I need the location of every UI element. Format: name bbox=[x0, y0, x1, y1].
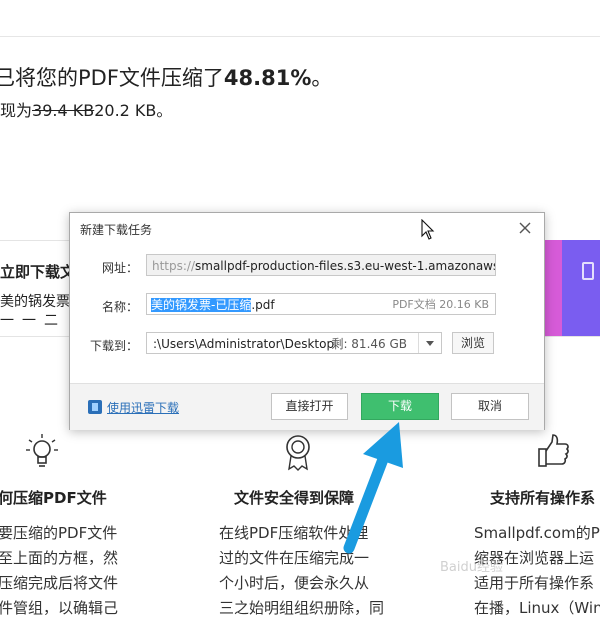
close-icon-glyph bbox=[519, 222, 531, 234]
action-band-purple[interactable] bbox=[562, 240, 600, 336]
action-band-pink[interactable] bbox=[543, 240, 562, 336]
feature-title-os: 支持所有操作系 bbox=[490, 489, 596, 507]
cancel-button[interactable]: 取消 bbox=[451, 393, 529, 420]
url-field[interactable]: https://smallpdf-production-files.s3.eu-… bbox=[146, 254, 496, 276]
free-space: 剩: 81.46 GB bbox=[331, 337, 407, 351]
dialog-footer: 使用迅雷下载 直接打开 下载 取消 bbox=[70, 383, 544, 430]
filename-input[interactable]: 美的锅发票-已压缩.pdf PDF文档 20.16 KB bbox=[146, 293, 496, 315]
file-icon bbox=[582, 262, 594, 280]
save-path-label: 下载到： bbox=[89, 339, 138, 353]
download-panel-filename-extra: 一一二 bbox=[0, 313, 66, 329]
compression-size-info: 现为39.4 KB20.2 KB。 bbox=[0, 101, 173, 120]
url-label: 网址： bbox=[101, 261, 138, 275]
security-badge-icon bbox=[286, 435, 310, 471]
feature-title-how-to: 何压缩PDF文件 bbox=[0, 489, 107, 507]
thumbs-up-icon bbox=[538, 434, 569, 467]
download-button[interactable]: 下载 bbox=[361, 393, 439, 420]
feature-text-how-to: 要压缩的PDF文件 至上面的方框，然 压缩完成后将文件 件管组，以确辑己 bbox=[0, 524, 119, 617]
save-path-select[interactable]: :\Users\Administrator\Desktop 剩: 81.46 G… bbox=[146, 332, 442, 354]
open-directly-button[interactable]: 直接打开 bbox=[271, 393, 348, 420]
download-panel-filename: 美的锅发票 bbox=[0, 294, 70, 310]
use-thunder-link[interactable]: 使用迅雷下载 bbox=[107, 399, 179, 416]
watermark: Baidu经验 bbox=[440, 560, 503, 575]
top-divider bbox=[0, 36, 600, 37]
file-type-size: PDF文档 20.16 KB bbox=[392, 298, 489, 311]
new-download-dialog: 新建下载任务 网址： https://smallpdf-production-f… bbox=[69, 212, 545, 430]
lightbulb-icon bbox=[26, 434, 58, 467]
annotation-arrow-icon bbox=[343, 422, 403, 554]
filename-selected-text: 美的锅发票-已压缩 bbox=[151, 298, 252, 312]
name-label: 名称： bbox=[101, 300, 138, 314]
chevron-down-icon[interactable] bbox=[418, 333, 441, 353]
browse-button[interactable]: 浏览 bbox=[452, 332, 494, 354]
compression-result-heading: 已将您的PDF文件压缩了48.81%。 bbox=[0, 66, 333, 90]
thunder-icon bbox=[88, 400, 102, 414]
download-panel-title[interactable]: 立即下载文 bbox=[0, 261, 75, 282]
mouse-cursor-icon bbox=[421, 219, 435, 240]
dialog-title: 新建下载任务 bbox=[80, 223, 153, 237]
close-icon[interactable] bbox=[516, 219, 534, 237]
